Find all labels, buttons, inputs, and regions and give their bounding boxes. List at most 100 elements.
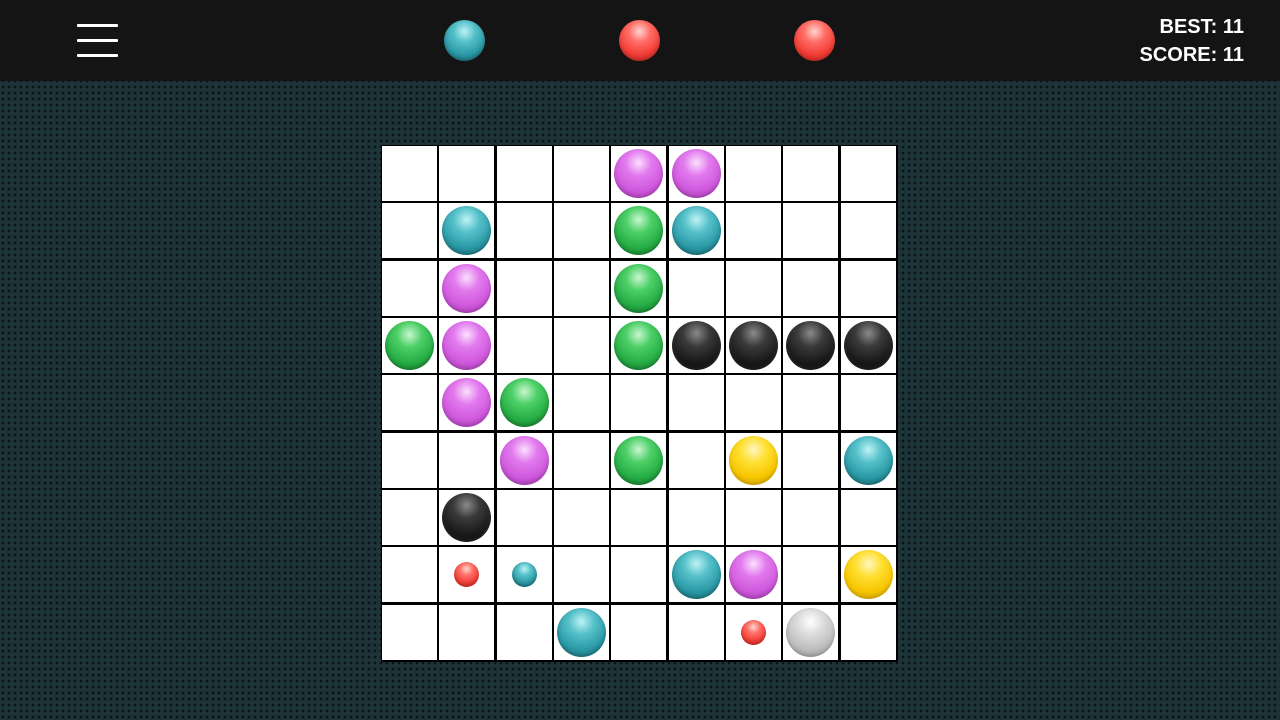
board-cell[interactable]	[497, 146, 552, 201]
board-cell[interactable]	[439, 433, 494, 488]
ball-green[interactable]	[500, 378, 549, 427]
board-cell[interactable]	[554, 261, 609, 316]
ball-black[interactable]	[442, 493, 491, 542]
ball-yellow[interactable]	[729, 436, 778, 485]
board-cell[interactable]	[669, 318, 724, 373]
board-cell[interactable]	[382, 605, 437, 660]
board-cell[interactable]	[611, 375, 666, 430]
board-cell[interactable]	[783, 375, 838, 430]
board-cell[interactable]	[726, 605, 781, 660]
board-cell[interactable]	[726, 375, 781, 430]
board-cell[interactable]	[783, 433, 838, 488]
board-cell[interactable]	[726, 490, 781, 545]
board-cell[interactable]	[726, 547, 781, 602]
board-cell[interactable]	[783, 261, 838, 316]
board-cell[interactable]	[669, 146, 724, 201]
board-cell[interactable]	[611, 490, 666, 545]
ball-gray[interactable]	[786, 608, 835, 657]
ball-teal[interactable]	[672, 206, 721, 255]
board-cell[interactable]	[841, 375, 896, 430]
board-cell[interactable]	[611, 203, 666, 258]
board-cell[interactable]	[497, 490, 552, 545]
board-cell[interactable]	[439, 547, 494, 602]
ball-green[interactable]	[385, 321, 434, 370]
board-cell[interactable]	[726, 146, 781, 201]
board-cell[interactable]	[726, 433, 781, 488]
board-cell[interactable]	[841, 433, 896, 488]
board-cell[interactable]	[497, 547, 552, 602]
ball-purple[interactable]	[442, 264, 491, 313]
board-cell[interactable]	[669, 547, 724, 602]
board-cell[interactable]	[382, 433, 437, 488]
ball-teal[interactable]	[557, 608, 606, 657]
ball-black[interactable]	[729, 321, 778, 370]
board-cell[interactable]	[439, 318, 494, 373]
ball-yellow[interactable]	[844, 550, 893, 599]
board-cell[interactable]	[669, 605, 724, 660]
board-cell[interactable]	[382, 375, 437, 430]
board-cell[interactable]	[841, 490, 896, 545]
ball-green[interactable]	[614, 321, 663, 370]
board-cell[interactable]	[669, 261, 724, 316]
board-cell[interactable]	[841, 203, 896, 258]
board-cell[interactable]	[497, 375, 552, 430]
board-cell[interactable]	[783, 547, 838, 602]
board-cell[interactable]	[439, 375, 494, 430]
board-cell[interactable]	[439, 261, 494, 316]
board-cell[interactable]	[554, 203, 609, 258]
board-cell[interactable]	[439, 203, 494, 258]
board-cell[interactable]	[783, 605, 838, 660]
board-cell[interactable]	[611, 146, 666, 201]
ball-black[interactable]	[672, 321, 721, 370]
board-cell[interactable]	[783, 490, 838, 545]
board-cell[interactable]	[497, 433, 552, 488]
board-cell[interactable]	[669, 375, 724, 430]
board-cell[interactable]	[611, 433, 666, 488]
board-cell[interactable]	[611, 547, 666, 602]
board-cell[interactable]	[611, 318, 666, 373]
board-cell[interactable]	[497, 318, 552, 373]
board-cell[interactable]	[554, 146, 609, 201]
board-cell[interactable]	[669, 203, 724, 258]
board-cell[interactable]	[382, 318, 437, 373]
ball-teal[interactable]	[672, 550, 721, 599]
ball-purple[interactable]	[500, 436, 549, 485]
board-cell[interactable]	[611, 605, 666, 660]
board-cell[interactable]	[554, 318, 609, 373]
board-cell[interactable]	[841, 318, 896, 373]
board-cell[interactable]	[382, 547, 437, 602]
incoming-ball-teal[interactable]	[512, 562, 537, 587]
ball-black[interactable]	[786, 321, 835, 370]
board-cell[interactable]	[554, 433, 609, 488]
board-cell[interactable]	[382, 490, 437, 545]
incoming-ball-red[interactable]	[454, 562, 479, 587]
board-cell[interactable]	[783, 318, 838, 373]
board-cell[interactable]	[726, 203, 781, 258]
board-cell[interactable]	[669, 433, 724, 488]
ball-purple[interactable]	[614, 149, 663, 198]
board-cell[interactable]	[439, 490, 494, 545]
board-cell[interactable]	[841, 261, 896, 316]
ball-green[interactable]	[614, 206, 663, 255]
ball-green[interactable]	[614, 264, 663, 313]
board-cell[interactable]	[554, 490, 609, 545]
ball-teal[interactable]	[844, 436, 893, 485]
ball-teal[interactable]	[442, 206, 491, 255]
board-cell[interactable]	[439, 605, 494, 660]
board-cell[interactable]	[554, 547, 609, 602]
board-cell[interactable]	[783, 146, 838, 201]
board-cell[interactable]	[841, 146, 896, 201]
board-cell[interactable]	[611, 261, 666, 316]
board-cell[interactable]	[726, 318, 781, 373]
board-cell[interactable]	[497, 261, 552, 316]
board-cell[interactable]	[554, 605, 609, 660]
hamburger-menu-icon[interactable]	[72, 20, 124, 62]
board-cell[interactable]	[554, 375, 609, 430]
ball-purple[interactable]	[442, 321, 491, 370]
ball-purple[interactable]	[442, 378, 491, 427]
board-cell[interactable]	[726, 261, 781, 316]
board-cell[interactable]	[497, 605, 552, 660]
board-cell[interactable]	[382, 203, 437, 258]
ball-purple[interactable]	[672, 149, 721, 198]
board-cell[interactable]	[382, 261, 437, 316]
